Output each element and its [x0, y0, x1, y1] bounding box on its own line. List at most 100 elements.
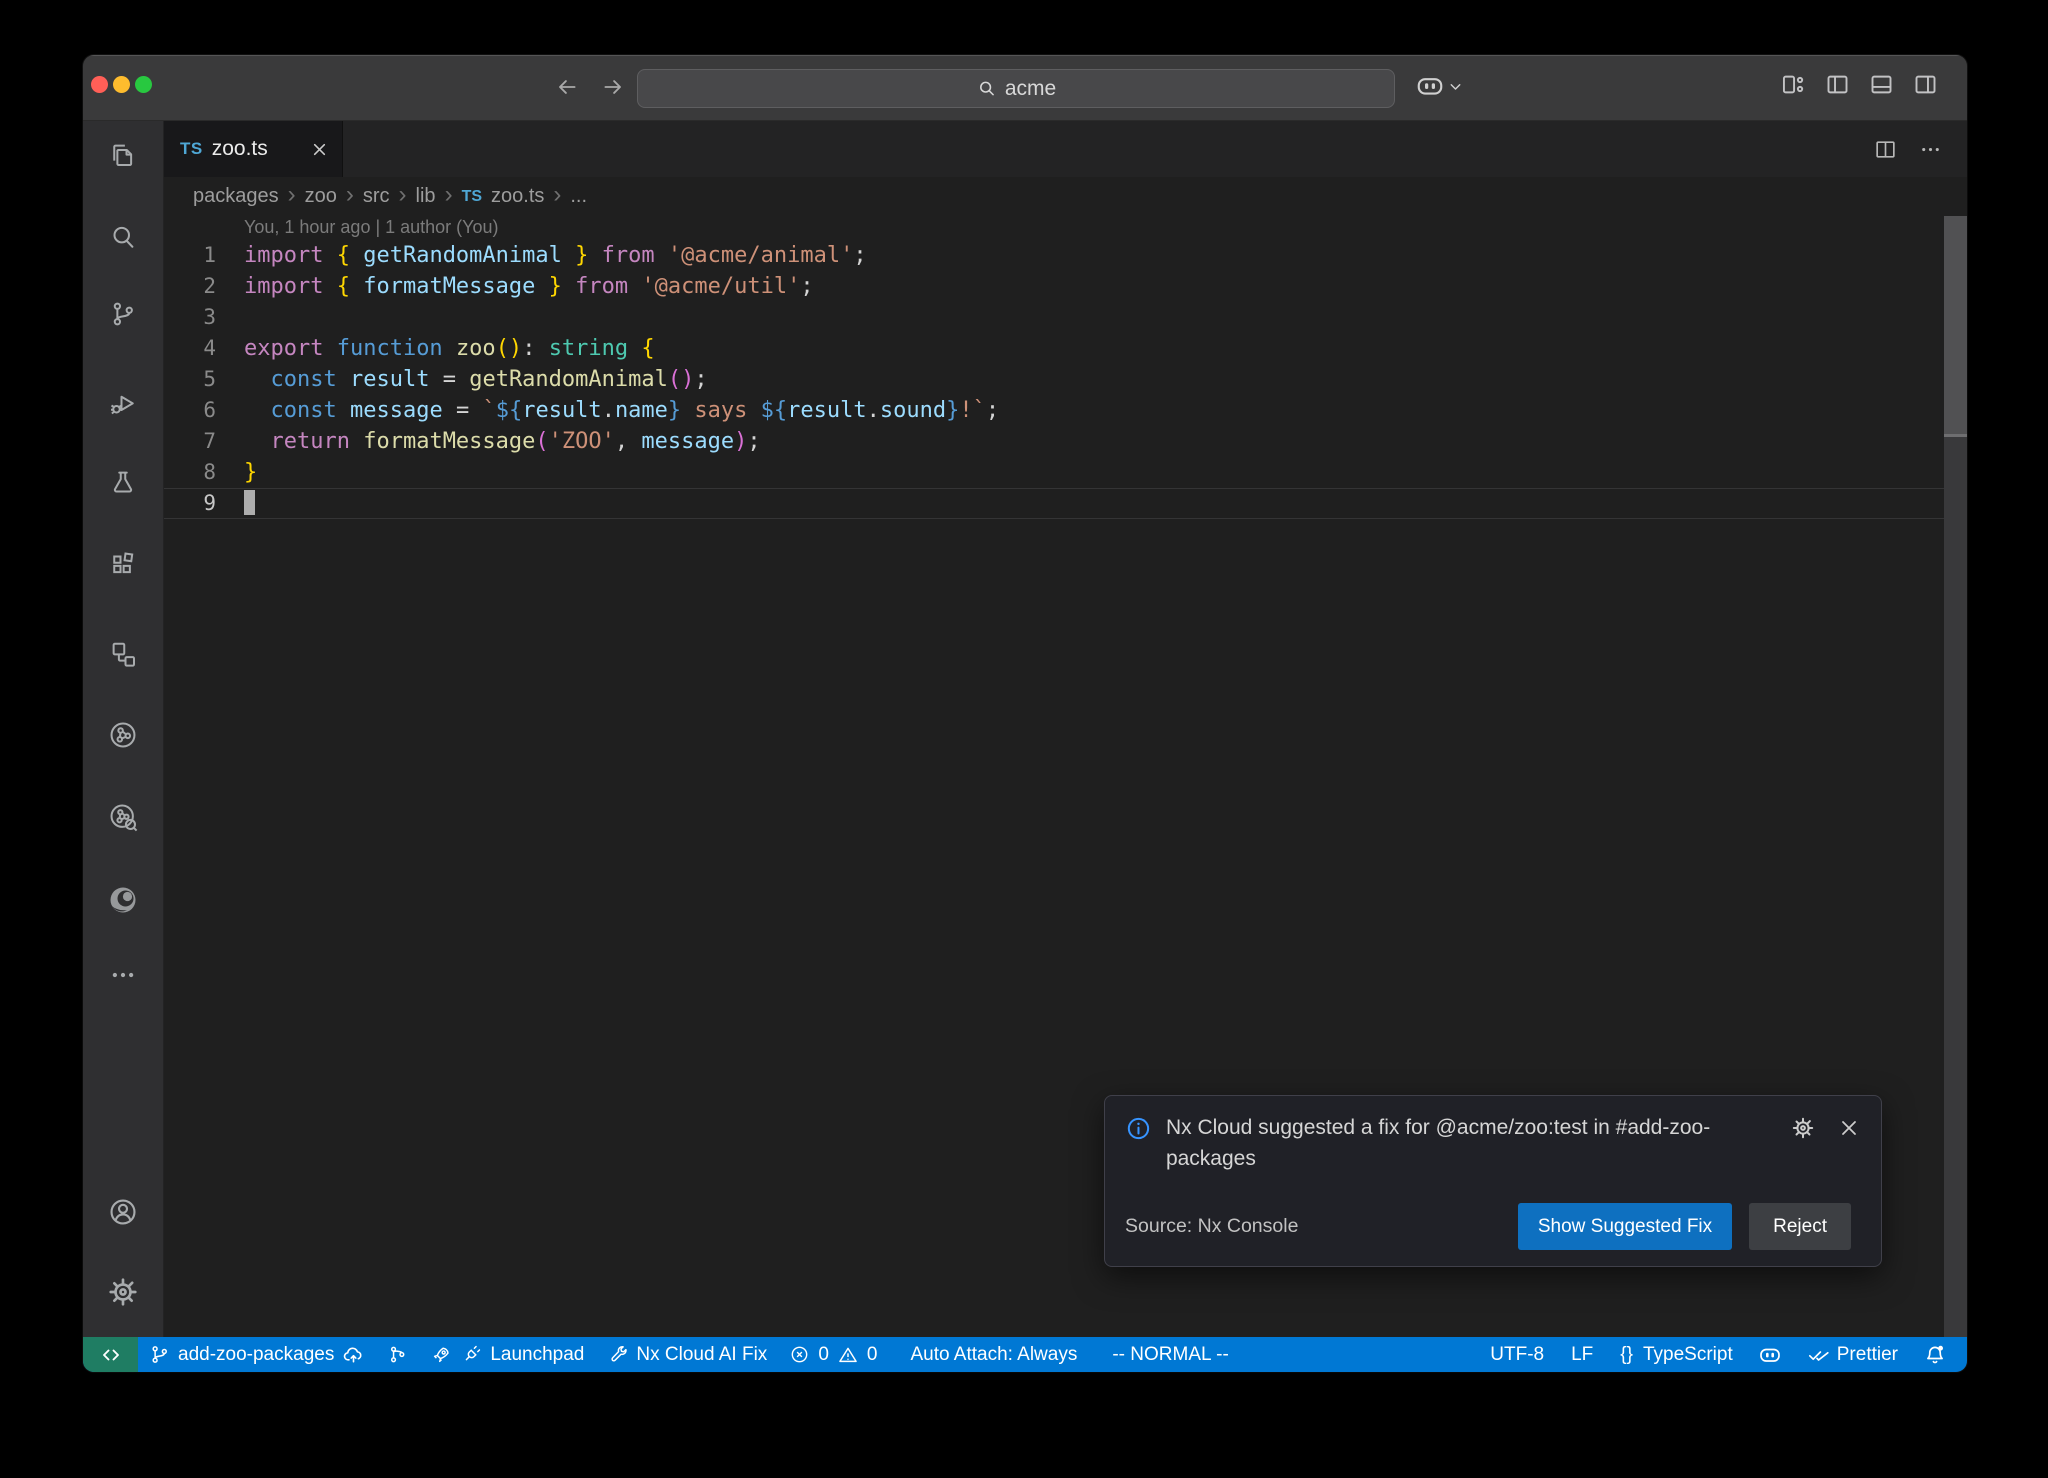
- language-mode-item[interactable]: {} TypeScript: [1604, 1337, 1743, 1372]
- nx-cloud-fix-item[interactable]: Nx Cloud AI Fix: [595, 1337, 778, 1372]
- settings-gear-icon[interactable]: [107, 1276, 139, 1308]
- edge-browser-icon[interactable]: [107, 884, 139, 916]
- testing-icon[interactable]: [107, 466, 139, 498]
- eol-item[interactable]: LF: [1555, 1337, 1604, 1372]
- rocket-icon: [430, 1344, 452, 1366]
- more-views-icon[interactable]: [107, 959, 139, 991]
- copilot-icon: [1758, 1343, 1782, 1367]
- run-debug-icon[interactable]: [107, 388, 139, 420]
- wrench-icon: [606, 1344, 628, 1366]
- git-branch-item[interactable]: add-zoo-packages: [138, 1337, 376, 1372]
- breadcrumb: packages›zoo›src›lib›TSzoo.ts›...: [164, 177, 1967, 216]
- line-content: [216, 302, 244, 333]
- launchpad-item[interactable]: Launchpad: [419, 1337, 595, 1372]
- zoom-window-button[interactable]: [135, 76, 152, 93]
- line-number: 9: [164, 488, 216, 519]
- launchpad-label: Launchpad: [490, 1344, 584, 1366]
- line-number: 4: [164, 333, 216, 364]
- code-line-7[interactable]: 7 return formatMessage('ZOO', message);: [164, 426, 1944, 457]
- encoding-label: UTF-8: [1490, 1344, 1544, 1366]
- code-line-4[interactable]: 4export function zoo(): string {: [164, 333, 1944, 364]
- line-number: 3: [164, 302, 216, 333]
- tab-zoo-ts[interactable]: TS zoo.ts: [164, 121, 343, 177]
- tab-label: zoo.ts: [212, 137, 300, 161]
- copilot-icon: [1415, 71, 1445, 101]
- bell-icon: [1923, 1343, 1947, 1367]
- close-tab-icon[interactable]: [309, 139, 330, 160]
- notification-settings-gear-icon[interactable]: [1791, 1116, 1815, 1140]
- search-sidebar-icon[interactable]: [107, 221, 139, 253]
- forward-arrow-icon[interactable]: [593, 67, 633, 107]
- copilot-menu-button[interactable]: [1415, 71, 1464, 101]
- double-check-icon: [1807, 1343, 1831, 1367]
- code-line-2[interactable]: 2import { formatMessage } from '@acme/ut…: [164, 271, 1944, 302]
- show-suggested-fix-button[interactable]: Show Suggested Fix: [1518, 1203, 1732, 1250]
- split-editor-icon[interactable]: [1873, 137, 1898, 162]
- chevron-down-icon: [1447, 78, 1464, 95]
- typescript-file-icon: TS: [462, 188, 482, 206]
- copilot-status-item[interactable]: [1744, 1337, 1793, 1372]
- customize-layout-icon[interactable]: [1780, 71, 1807, 98]
- encoding-item[interactable]: UTF-8: [1479, 1337, 1555, 1372]
- notification-source: Source: Nx Console: [1125, 1215, 1298, 1238]
- remote-indicator[interactable]: [83, 1337, 138, 1372]
- breadcrumb-overflow[interactable]: ...: [570, 185, 587, 208]
- command-center-text: acme: [1005, 77, 1056, 101]
- editor-more-actions-icon[interactable]: [1918, 137, 1943, 162]
- line-number: 6: [164, 395, 216, 426]
- toggle-panel-icon[interactable]: [1868, 71, 1895, 98]
- editor-scrollbar-thumb[interactable]: [1944, 216, 1967, 437]
- reject-button[interactable]: Reject: [1749, 1203, 1851, 1250]
- git-branch-icon: [149, 1344, 170, 1365]
- formatter-item[interactable]: Prettier: [1793, 1337, 1909, 1372]
- explorer-icon[interactable]: [107, 139, 139, 171]
- source-control-graph-item[interactable]: [376, 1337, 419, 1372]
- nx-console-icon[interactable]: [107, 638, 139, 670]
- command-center-search[interactable]: acme: [637, 69, 1395, 108]
- back-arrow-icon[interactable]: [547, 67, 587, 107]
- remote-icon: [99, 1343, 123, 1367]
- toggle-secondary-sidebar-icon[interactable]: [1912, 71, 1939, 98]
- breadcrumb-item-src[interactable]: src: [363, 185, 390, 208]
- breadcrumb-item-lib[interactable]: lib: [416, 185, 436, 208]
- code-line-1[interactable]: 1import { getRandomAnimal } from '@acme/…: [164, 240, 1944, 271]
- vim-mode-label: -- NORMAL --: [1112, 1344, 1228, 1366]
- title-bar: acme: [83, 55, 1967, 121]
- vim-mode-item[interactable]: -- NORMAL --: [1088, 1337, 1239, 1372]
- notifications-bell-item[interactable]: [1909, 1337, 1951, 1372]
- nx-cloud-icon[interactable]: [107, 719, 139, 751]
- nx-cloud-inspect-icon[interactable]: [107, 801, 139, 833]
- activity-bar: [83, 121, 164, 1337]
- line-number: 5: [164, 364, 216, 395]
- extensions-icon[interactable]: [107, 548, 139, 580]
- chevron-right-icon: ›: [445, 185, 453, 205]
- breadcrumb-item-zoo[interactable]: zoo: [305, 185, 337, 208]
- minimize-window-button[interactable]: [113, 76, 130, 93]
- problems-item[interactable]: 0 0: [778, 1337, 888, 1372]
- notification-toast: Nx Cloud suggested a fix for @acme/zoo:t…: [1104, 1095, 1882, 1267]
- code-line-6[interactable]: 6 const message = `${result.name} says $…: [164, 395, 1944, 426]
- line-content: const message = `${result.name} says ${r…: [216, 395, 999, 426]
- account-icon[interactable]: [107, 1196, 139, 1228]
- line-content: import { formatMessage } from '@acme/uti…: [216, 271, 814, 302]
- breadcrumb-item-file[interactable]: zoo.ts: [491, 185, 544, 208]
- notification-close-icon[interactable]: [1837, 1116, 1861, 1140]
- code-line-5[interactable]: 5 const result = getRandomAnimal();: [164, 364, 1944, 395]
- breadcrumb-item-packages[interactable]: packages: [193, 185, 279, 208]
- tab-bar: TS zoo.ts: [164, 121, 1967, 177]
- notification-message: Nx Cloud suggested a fix for @acme/zoo:t…: [1166, 1112, 1777, 1174]
- editor-scrollbar-track: [1944, 216, 1967, 1337]
- line-number: 1: [164, 240, 216, 271]
- toggle-primary-sidebar-icon[interactable]: [1824, 71, 1851, 98]
- vim-block-cursor: [244, 490, 255, 515]
- line-content: return formatMessage('ZOO', message);: [216, 426, 761, 457]
- close-window-button[interactable]: [91, 76, 108, 93]
- code-line-3[interactable]: 3: [164, 302, 1944, 333]
- code-line-9[interactable]: 9: [164, 488, 1944, 519]
- auto-attach-item[interactable]: Auto Attach: Always: [888, 1337, 1088, 1372]
- source-control-icon[interactable]: [107, 298, 139, 330]
- traffic-lights: [91, 76, 152, 93]
- code-line-8[interactable]: 8}: [164, 457, 1944, 488]
- line-content: [216, 488, 255, 519]
- chevron-right-icon: ›: [346, 185, 354, 205]
